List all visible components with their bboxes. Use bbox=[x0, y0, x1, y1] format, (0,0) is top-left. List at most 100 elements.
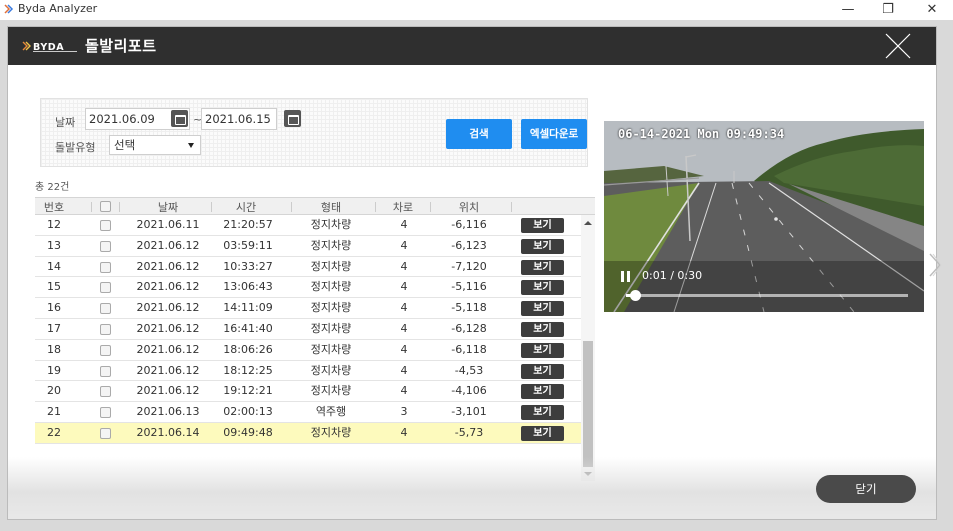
cell-date: 2021.06.12 bbox=[136, 280, 200, 294]
table-row[interactable]: 19 2021.06.12 18:12:25 정지차량 4 -4,53 보기 bbox=[35, 361, 581, 382]
table-row[interactable]: 12 2021.06.11 21:20:57 정지차량 4 -6,116 보기 bbox=[35, 215, 581, 236]
row-checkbox[interactable] bbox=[100, 282, 111, 294]
table-row[interactable]: 17 2021.06.12 16:41:40 정지차량 4 -6,128 보기 bbox=[35, 319, 581, 340]
restore-button[interactable]: ❐ bbox=[873, 0, 903, 20]
view-button[interactable]: 보기 bbox=[521, 384, 564, 400]
cell-lane: 4 bbox=[400, 259, 408, 273]
window-close-button[interactable]: ✕ bbox=[917, 0, 947, 20]
cell-loc: -6,123 bbox=[451, 238, 487, 252]
column-divider bbox=[511, 202, 512, 212]
cell-date: 2021.06.13 bbox=[136, 405, 200, 419]
cell-type: 정지차량 bbox=[310, 363, 352, 377]
column-divider bbox=[291, 202, 292, 212]
view-button[interactable]: 보기 bbox=[521, 259, 564, 275]
scroll-thumb[interactable] bbox=[583, 341, 593, 467]
cell-time: 03:59:11 bbox=[223, 238, 273, 252]
incident-type-value: 선택 bbox=[114, 138, 136, 152]
table-scrollbar[interactable] bbox=[581, 215, 595, 481]
row-checkbox[interactable] bbox=[100, 344, 111, 356]
date-to-input[interactable]: 2021.06.15 bbox=[201, 108, 277, 130]
row-checkbox[interactable] bbox=[100, 386, 111, 398]
cell-lane: 4 bbox=[400, 342, 408, 356]
view-button[interactable]: 보기 bbox=[521, 322, 564, 337]
calendar-from-icon[interactable] bbox=[171, 110, 188, 127]
pause-icon[interactable] bbox=[621, 271, 631, 282]
app-logo-icon bbox=[4, 4, 14, 14]
cell-loc: -4,53 bbox=[454, 363, 484, 377]
view-button[interactable]: 보기 bbox=[521, 301, 564, 317]
row-checkbox[interactable] bbox=[100, 303, 111, 315]
row-checkbox[interactable] bbox=[100, 365, 111, 377]
column-divider bbox=[91, 202, 92, 212]
row-checkbox[interactable] bbox=[100, 407, 111, 419]
cell-date: 2021.06.12 bbox=[136, 259, 200, 273]
table-row[interactable]: 20 2021.06.12 19:12:21 정지차량 4 -4,106 보기 bbox=[35, 381, 581, 403]
column-divider bbox=[211, 202, 212, 212]
view-button[interactable]: 보기 bbox=[521, 342, 564, 358]
row-checkbox[interactable] bbox=[100, 428, 111, 439]
date-from-input[interactable]: 2021.06.09 bbox=[85, 108, 190, 130]
cell-date: 2021.06.11 bbox=[136, 218, 200, 231]
view-button[interactable]: 보기 bbox=[521, 426, 564, 441]
cell-date: 2021.06.12 bbox=[136, 322, 200, 335]
cell-loc: -4,106 bbox=[451, 384, 487, 398]
cell-lane: 4 bbox=[400, 426, 408, 439]
table-header: 번호 날짜 시간 형태 차로 위치 bbox=[35, 197, 595, 215]
view-button[interactable]: 보기 bbox=[521, 238, 564, 254]
cell-lane: 4 bbox=[400, 301, 408, 315]
cell-time: 13:06:43 bbox=[223, 280, 273, 294]
row-checkbox[interactable] bbox=[100, 261, 111, 273]
cell-type: 정지차량 bbox=[310, 426, 352, 439]
cell-time: 18:06:26 bbox=[223, 342, 273, 356]
table-row[interactable]: 14 2021.06.12 10:33:27 정지차량 4 -7,120 보기 bbox=[35, 257, 581, 278]
table-row[interactable]: 21 2021.06.13 02:00:13 역주행 3 -3,101 보기 bbox=[35, 402, 581, 423]
total-count: 총 22건 bbox=[35, 182, 70, 193]
select-all-checkbox[interactable] bbox=[100, 201, 111, 212]
col-time: 시간 bbox=[235, 201, 257, 214]
view-button[interactable]: 보기 bbox=[521, 405, 564, 421]
cell-loc: -6,128 bbox=[451, 322, 487, 335]
cell-type: 정지차량 bbox=[310, 342, 352, 356]
video-progress-knob[interactable] bbox=[629, 290, 641, 301]
table-row[interactable]: 15 2021.06.12 13:06:43 정지차량 4 -5,116 보기 bbox=[35, 277, 581, 299]
calendar-to-icon[interactable] bbox=[284, 110, 301, 127]
cell-loc: -6,118 bbox=[451, 342, 487, 356]
view-button[interactable]: 보기 bbox=[521, 218, 564, 233]
view-button[interactable]: 보기 bbox=[521, 280, 564, 296]
row-checkbox[interactable] bbox=[100, 220, 111, 231]
table-row[interactable]: 13 2021.06.12 03:59:11 정지차량 4 -6,123 보기 bbox=[35, 236, 581, 257]
modal-title: 돌발리포트 bbox=[85, 37, 157, 55]
incident-type-select[interactable]: 선택 bbox=[109, 135, 201, 155]
chevron-right-icon[interactable] bbox=[928, 252, 942, 278]
app-titlebar: Byda Analyzer — ❐ ✕ bbox=[0, 0, 953, 20]
date-to-value: 2021.06.15 bbox=[205, 112, 271, 126]
scroll-up-icon[interactable] bbox=[584, 221, 592, 225]
cell-time: 09:49:48 bbox=[223, 426, 273, 439]
search-button[interactable]: 검색 bbox=[446, 119, 512, 149]
row-checkbox[interactable] bbox=[100, 240, 111, 252]
brand-logo: BYDA bbox=[22, 41, 77, 52]
close-icon[interactable] bbox=[885, 33, 911, 59]
table-row[interactable]: 22 2021.06.14 09:49:48 정지차량 4 -5,73 보기 bbox=[35, 423, 581, 444]
cell-no: 13 bbox=[47, 238, 61, 252]
cell-time: 19:12:21 bbox=[223, 384, 273, 398]
table-row[interactable]: 16 2021.06.12 14:11:09 정지차량 4 -5,118 보기 bbox=[35, 298, 581, 319]
minimize-button[interactable]: — bbox=[833, 0, 863, 20]
video-player[interactable]: 06-14-2021 Mon 09:49:34 0:01 / 0:30 bbox=[604, 121, 924, 312]
cell-type: 정지차량 bbox=[310, 238, 352, 252]
cell-loc: -5,116 bbox=[451, 280, 487, 294]
date-from-value: 2021.06.09 bbox=[89, 112, 155, 126]
row-checkbox[interactable] bbox=[100, 324, 111, 335]
excel-download-button[interactable]: 엑셀다운로 bbox=[521, 119, 587, 149]
footer-bar bbox=[8, 457, 936, 519]
close-button[interactable]: 닫기 bbox=[816, 475, 916, 503]
cell-time: 10:33:27 bbox=[223, 259, 273, 273]
column-divider bbox=[119, 202, 120, 212]
video-progress-track[interactable] bbox=[626, 290, 908, 301]
cell-type: 정지차량 bbox=[310, 322, 352, 335]
view-button[interactable]: 보기 bbox=[521, 363, 564, 379]
chevron-down-icon bbox=[188, 143, 194, 148]
table-row[interactable]: 18 2021.06.12 18:06:26 정지차량 4 -6,118 보기 bbox=[35, 340, 581, 361]
cell-time: 18:12:25 bbox=[223, 363, 273, 377]
cell-loc: -7,120 bbox=[451, 259, 487, 273]
